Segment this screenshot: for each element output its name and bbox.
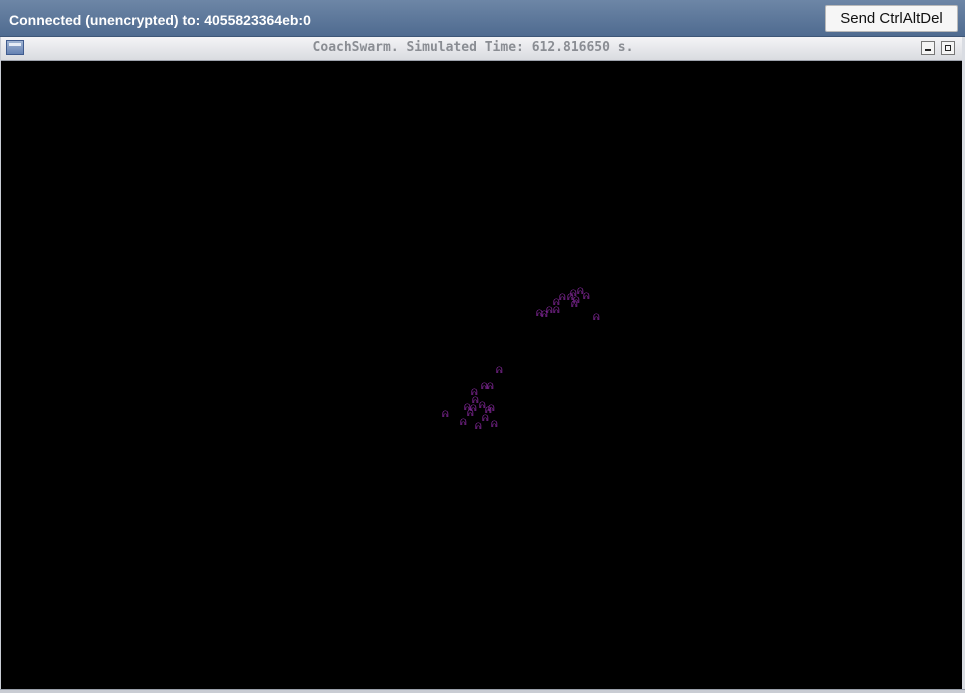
swarm-canvas[interactable]: ᕱᕱᕱᕱᕱᕱᕱᕱᕱᕱᕱᕱᕱᕱᕱᕱᕱᕱᕱᕱᕱᕱᕱᕱᕱᕱᕱᕱᕱ <box>1 61 963 689</box>
vnc-toolbar: Connected (unencrypted) to: 4055823364eb… <box>0 0 965 37</box>
window-title: CoachSwarm. Simulated Time: 612.816650 s… <box>312 40 634 55</box>
window-bottom-edge <box>0 689 965 693</box>
window-titlebar[interactable]: CoachSwarm. Simulated Time: 612.816650 s… <box>1 37 963 61</box>
swarm-agent: ᕱ <box>496 366 503 376</box>
swarm-agent: ᕱ <box>460 418 467 428</box>
swarm-agent: ᕱ <box>553 306 560 316</box>
swarm-agent: ᕱ <box>482 414 489 424</box>
swarm-agent: ᕱ <box>541 310 548 320</box>
swarm-agent: ᕱ <box>475 422 482 432</box>
swarm-agent: ᕱ <box>487 382 494 392</box>
connection-status: Connected (unencrypted) to: 4055823364eb… <box>9 12 311 28</box>
swarm-agent: ᕱ <box>488 404 495 414</box>
swarm-agent: ᕱ <box>442 410 449 420</box>
swarm-agent: ᕱ <box>491 420 498 430</box>
swarm-agent: ᕱ <box>559 293 566 303</box>
swarm-agent: ᕱ <box>593 313 600 323</box>
maximize-icon[interactable] <box>941 41 955 55</box>
swarm-agent: ᕱ <box>583 292 590 302</box>
swarm-agent: ᕱ <box>467 409 474 419</box>
simulation-window: CoachSwarm. Simulated Time: 612.816650 s… <box>0 37 963 689</box>
swarm-agent: ᕱ <box>471 388 478 398</box>
swarm-agent: ᕱ <box>573 296 580 306</box>
minimize-icon[interactable] <box>921 41 935 55</box>
send-ctrlaltdel-button[interactable]: Send CtrlAltDel <box>825 5 958 32</box>
